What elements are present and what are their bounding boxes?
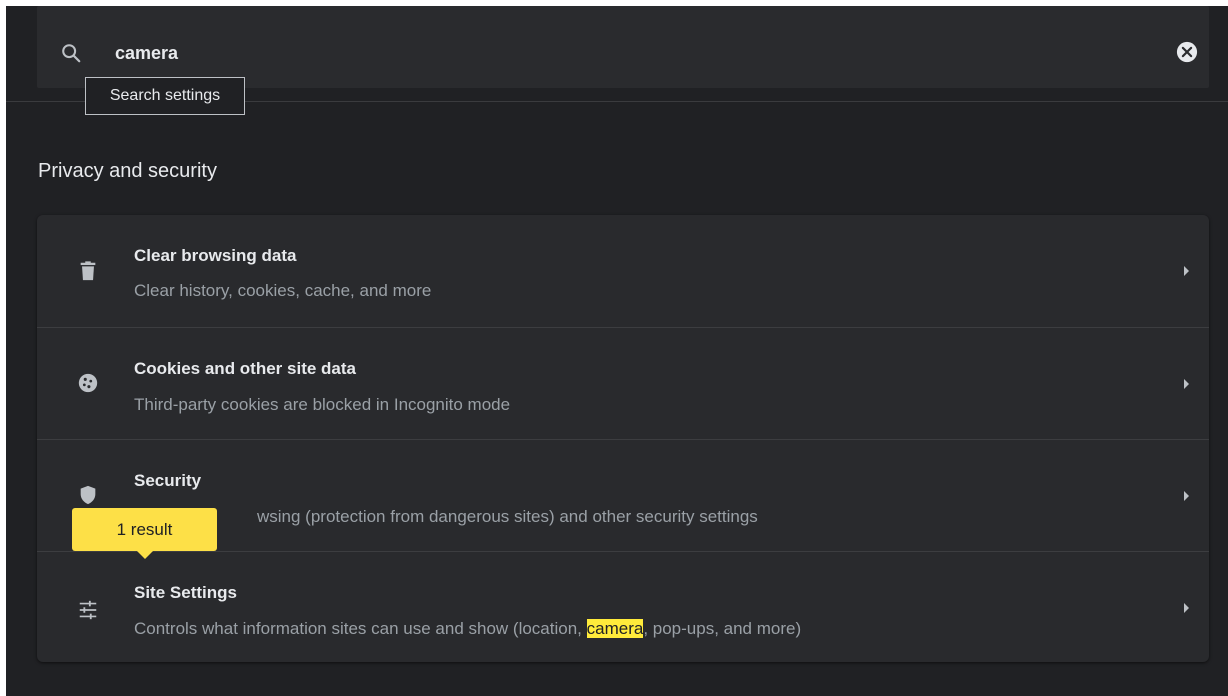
clear-search-icon[interactable] bbox=[1176, 41, 1198, 63]
row-subtitle: Controls what information sites can use … bbox=[134, 619, 801, 639]
chevron-right-icon bbox=[1184, 491, 1189, 501]
search-input[interactable] bbox=[115, 42, 1015, 64]
search-result-bubble: 1 result bbox=[72, 508, 217, 551]
row-subtitle: Clear history, cookies, cache, and more bbox=[134, 281, 432, 300]
chevron-right-icon bbox=[1184, 266, 1189, 276]
search-result-bubble-tail bbox=[137, 551, 153, 559]
row-clear-browsing-data[interactable]: Clear browsing data Clear history, cooki… bbox=[37, 215, 1209, 327]
row-title: Clear browsing data bbox=[134, 246, 297, 265]
search-icon bbox=[62, 44, 81, 63]
row-site-settings[interactable]: Site Settings Controls what information … bbox=[37, 551, 1209, 664]
row-subtitle: Third-party cookies are blocked in Incog… bbox=[134, 395, 511, 414]
chevron-right-icon bbox=[1184, 603, 1189, 613]
cookie-icon bbox=[78, 373, 98, 393]
shield-icon bbox=[80, 485, 96, 505]
trash-icon bbox=[80, 261, 96, 281]
row-cookies[interactable]: Cookies and other site data Third-party … bbox=[37, 327, 1209, 440]
sliders-icon bbox=[79, 600, 97, 620]
row-title: Security bbox=[134, 471, 202, 490]
section-title: Privacy and security bbox=[38, 160, 217, 182]
row-title: Site Settings bbox=[134, 583, 237, 602]
search-highlight: camera bbox=[586, 619, 644, 638]
row-subtitle: wsing (protection from dangerous sites) … bbox=[257, 507, 758, 526]
row-title: Cookies and other site data bbox=[134, 359, 356, 378]
search-tooltip: Search settings bbox=[85, 77, 245, 115]
subtitle-after: , pop-ups, and more) bbox=[643, 619, 802, 638]
subtitle-before: Controls what information sites can use … bbox=[134, 619, 587, 638]
chevron-right-icon bbox=[1184, 379, 1189, 389]
settings-page: Search settings Privacy and security Cle… bbox=[6, 6, 1228, 696]
search-box[interactable] bbox=[37, 6, 1209, 88]
privacy-card: Clear browsing data Clear history, cooki… bbox=[37, 215, 1209, 662]
